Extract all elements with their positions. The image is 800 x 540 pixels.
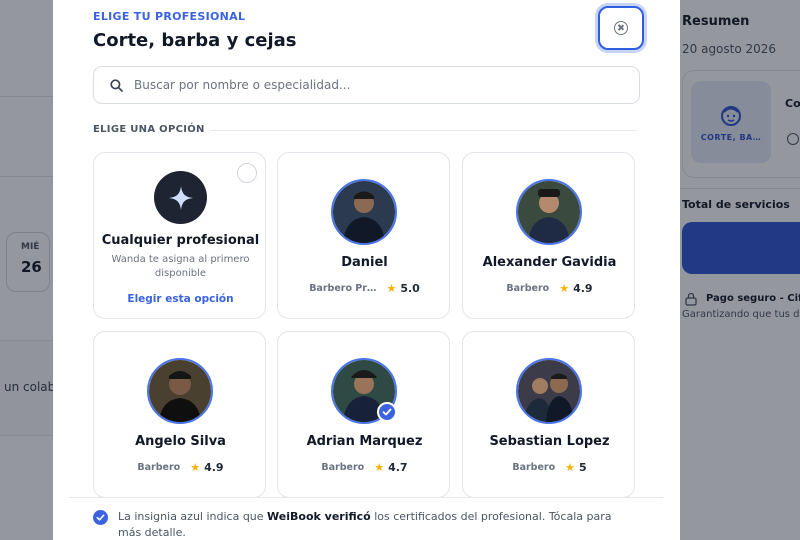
- professional-meta: Barbero Pr… ★ 5.0: [278, 282, 451, 295]
- professional-meta: Barbero ★ 4.9: [463, 282, 636, 295]
- professional-card-angelo-silva[interactable]: Angelo Silva Barbero ★ 4.9: [93, 331, 266, 498]
- star-icon: ★: [559, 282, 570, 295]
- verified-badge-icon[interactable]: [377, 402, 397, 422]
- choose-option-link[interactable]: Elegir esta opción: [94, 293, 267, 305]
- professional-role: Barbero: [506, 283, 550, 294]
- professional-role: Barbero Pr…: [309, 283, 377, 294]
- search-input[interactable]: [134, 67, 624, 103]
- option-radio[interactable]: [237, 163, 257, 183]
- note-text: La insignia azul indica que: [118, 510, 268, 523]
- avatar: [516, 179, 582, 245]
- professional-meta: Barbero ★ 4.9: [94, 461, 267, 474]
- rating: 5.0: [400, 282, 420, 295]
- rating: 4.7: [388, 461, 408, 474]
- star-icon: ★: [386, 282, 397, 295]
- rating: 4.9: [204, 461, 224, 474]
- footer-divider: [69, 497, 663, 498]
- avatar: [516, 358, 582, 424]
- star-icon: ★: [190, 461, 201, 474]
- rating: 5: [579, 461, 587, 474]
- search-icon: [110, 79, 123, 92]
- professional-meta: Barbero ★ 4.7: [278, 461, 451, 474]
- section-label: ELIGE UNA OPCIÓN: [93, 124, 205, 135]
- avatar: [147, 358, 213, 424]
- verified-badge-icon: [93, 510, 108, 525]
- any-professional-card[interactable]: Cualquier profesional Wanda te asigna al…: [93, 152, 266, 319]
- verification-note[interactable]: La insignia azul indica que WeiBook veri…: [118, 509, 638, 540]
- sparkle-icon: [154, 171, 207, 224]
- rating: 4.9: [573, 282, 593, 295]
- any-professional-name: Cualquier profesional: [101, 233, 260, 248]
- search-box[interactable]: [93, 66, 640, 104]
- any-professional-description: Wanda te asigna al primero disponible: [111, 254, 250, 279]
- close-button[interactable]: [598, 6, 644, 50]
- professional-card-daniel[interactable]: Daniel Barbero Pr… ★ 5.0: [277, 152, 450, 319]
- modal-title: Corte, barba y cejas: [93, 30, 297, 51]
- star-icon: ★: [374, 461, 385, 474]
- professional-card-alexander-gavidia[interactable]: Alexander Gavidia Barbero ★ 4.9: [462, 152, 635, 319]
- professional-role: Barbero: [321, 462, 365, 473]
- professional-name: Daniel: [341, 255, 388, 270]
- professional-card-adrian-marquez[interactable]: Adrian Marquez Barbero ★ 4.7: [277, 331, 450, 498]
- avatar: [331, 179, 397, 245]
- professional-role: Barbero: [512, 462, 556, 473]
- professional-picker-modal: ELIGE TU PROFESIONAL Corte, barba y ceja…: [53, 0, 680, 540]
- professional-name: Angelo Silva: [135, 434, 226, 449]
- star-icon: ★: [565, 461, 575, 474]
- professional-role: Barbero: [137, 462, 181, 473]
- section-divider: [210, 130, 636, 131]
- professional-name: Adrian Marquez: [306, 434, 423, 449]
- professional-meta: Barbero ★ 5: [463, 461, 636, 474]
- close-icon: [614, 21, 628, 35]
- professional-name: Sebastian Lopez: [489, 434, 610, 449]
- note-brand: WeiBook verificó: [267, 510, 371, 523]
- professional-card-sebastian-lopez[interactable]: Sebastian Lopez Barbero ★ 5: [462, 331, 635, 498]
- professional-name: Alexander Gavidia: [482, 255, 617, 270]
- modal-kicker: ELIGE TU PROFESIONAL: [93, 10, 246, 23]
